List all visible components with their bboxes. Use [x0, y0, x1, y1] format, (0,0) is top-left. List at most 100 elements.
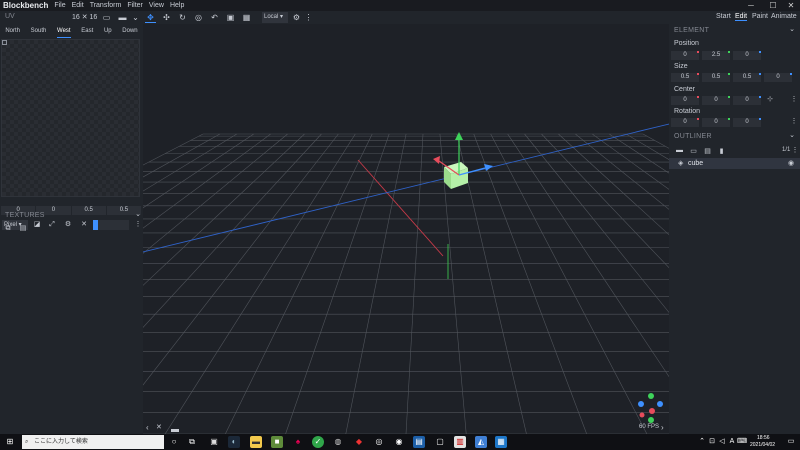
chevron-down-icon[interactable]: ⌄	[787, 25, 797, 35]
outliner-item[interactable]: ◈ cube ◉	[669, 158, 800, 169]
cube-mesh[interactable]	[444, 162, 468, 189]
steam-icon[interactable]: ◐	[228, 436, 240, 448]
import-texture-icon[interactable]: ⧉	[3, 224, 13, 234]
size-y-input[interactable]: 0.5	[702, 73, 730, 82]
add-cube-icon[interactable]: ▬	[675, 147, 684, 155]
more-icon[interactable]: ⋮	[303, 12, 314, 23]
close-button[interactable]: ✕	[780, 0, 800, 11]
more-icon[interactable]: ⋮	[790, 146, 800, 156]
gear-icon[interactable]: ⚙	[291, 12, 302, 23]
tab-animate[interactable]: Animate	[771, 13, 797, 20]
tab-edit[interactable]: Edit	[735, 13, 748, 21]
resize-tool-icon[interactable]: ✣	[161, 12, 172, 23]
face-south[interactable]: South	[31, 28, 47, 38]
chevron-down-icon[interactable]: ⌄	[787, 131, 797, 141]
rotation-x-input[interactable]: 0	[671, 118, 699, 127]
app-icon[interactable]: ▤	[413, 436, 425, 448]
collapse-icon[interactable]: ▤	[703, 147, 712, 155]
center-pivot-icon[interactable]: ⊹	[765, 95, 775, 105]
windows-start-icon[interactable]: ⊞	[4, 436, 16, 448]
keyboard-icon[interactable]: ⌨	[736, 436, 748, 448]
face-east[interactable]: East	[81, 28, 93, 38]
tab-start[interactable]: Start	[716, 13, 731, 20]
taskbar-search-input[interactable]: ⌕ ここに入力して検索	[22, 435, 164, 449]
clock-time[interactable]: 18:56	[757, 435, 770, 441]
minimize-button[interactable]: ─	[740, 0, 762, 11]
new-texture-icon[interactable]: ▤	[18, 224, 28, 234]
app-icon[interactable]: ◉	[393, 436, 405, 448]
app-icon[interactable]: ◍	[332, 436, 344, 448]
notification-icon[interactable]: ▭	[785, 436, 797, 448]
move-tool-icon[interactable]: ✥	[145, 12, 156, 23]
chevron-down-icon[interactable]: ⌄	[133, 210, 143, 220]
menu-help[interactable]: Help	[170, 2, 184, 9]
rotate-tool-icon[interactable]: ↻	[177, 12, 188, 23]
app-icon[interactable]: ▦	[495, 436, 507, 448]
tab-paint[interactable]: Paint	[752, 13, 768, 20]
face-up[interactable]: Up	[104, 28, 112, 38]
center-x-input[interactable]: 0	[671, 96, 699, 105]
chrome-icon[interactable]: ◎	[373, 436, 385, 448]
transform-space-select[interactable]: Local ▾	[262, 12, 288, 23]
size-x-input[interactable]: 0.5	[671, 73, 699, 82]
cortana-icon[interactable]: ○	[168, 436, 180, 448]
app-icon[interactable]: ▥	[454, 436, 466, 448]
center-y-input[interactable]: 0	[702, 96, 730, 105]
add-group-icon[interactable]: ▭	[689, 147, 698, 155]
blockbench-icon[interactable]: ◭	[475, 436, 487, 448]
more-icon[interactable]: ⋮	[133, 220, 143, 230]
center-z-input[interactable]: 0	[733, 96, 761, 105]
menu-transform[interactable]: Transform	[90, 2, 122, 9]
outliner-heading[interactable]: OUTLINER	[674, 133, 712, 140]
uv-grid-icon[interactable]: ▭	[101, 12, 112, 23]
uv-editor-canvas[interactable]	[1, 39, 140, 197]
position-x-input[interactable]: 0	[671, 51, 699, 60]
position-y-input[interactable]: 2.5	[702, 51, 730, 60]
more-icon[interactable]: ⋮	[789, 117, 799, 127]
menu-filter[interactable]: Filter	[127, 2, 143, 9]
chevron-right-icon[interactable]: ›	[661, 423, 664, 432]
inflate-input[interactable]: 0	[764, 73, 792, 82]
more-icon[interactable]: ⋮	[789, 95, 799, 105]
chevron-left-icon[interactable]: ‹	[146, 423, 149, 432]
face-west[interactable]: West	[57, 28, 71, 38]
timeline-handle[interactable]	[171, 429, 179, 432]
textures-heading[interactable]: TEXTURES	[5, 212, 45, 219]
visibility-eye-icon[interactable]: ◉	[788, 159, 794, 167]
pivot-tool-icon[interactable]: ◎	[193, 12, 204, 23]
orientation-gizmo-icon[interactable]	[638, 393, 663, 423]
app-icon[interactable]: ✓	[312, 436, 324, 448]
paint-bucket-icon[interactable]: ◪	[32, 220, 42, 230]
close-icon[interactable]: ✕	[79, 220, 89, 230]
file-explorer-icon[interactable]: ▬	[250, 436, 262, 448]
3d-viewport[interactable]	[143, 24, 669, 434]
gear-icon[interactable]: ⚙	[63, 220, 73, 230]
menu-edit[interactable]: Edit	[72, 2, 84, 9]
task-view-icon[interactable]: ⧉	[186, 436, 198, 448]
clock-date[interactable]: 2021/04/02	[750, 442, 775, 448]
menu-view[interactable]: View	[149, 2, 164, 9]
checker-icon[interactable]: ▦	[241, 12, 252, 23]
uv-menu-icon[interactable]: ▬	[117, 12, 128, 23]
minecraft-icon[interactable]: ■	[271, 436, 283, 448]
undo-icon[interactable]: ↶	[209, 12, 220, 23]
rotation-slider[interactable]	[93, 220, 129, 230]
rotation-y-input[interactable]: 0	[702, 118, 730, 127]
app-icon[interactable]: ♠	[292, 436, 304, 448]
app-icon[interactable]: ◆	[353, 436, 365, 448]
uv-value-w[interactable]: 0.5	[71, 206, 106, 215]
face-north[interactable]: North	[5, 28, 20, 38]
chevron-down-icon[interactable]: ⌄	[130, 12, 141, 23]
position-z-input[interactable]: 0	[733, 51, 761, 60]
app-icon[interactable]: ▣	[208, 436, 220, 448]
close-icon[interactable]: ✕	[156, 423, 162, 431]
size-z-input[interactable]: 0.5	[733, 73, 761, 82]
delete-icon[interactable]: ▮	[717, 147, 726, 155]
maximize-uv-icon[interactable]: ⤢	[47, 220, 57, 230]
menu-file[interactable]: File	[54, 2, 65, 9]
app-icon[interactable]: ▢	[434, 436, 446, 448]
face-down[interactable]: Down	[122, 28, 137, 38]
save-icon[interactable]: ▣	[225, 12, 236, 23]
rotation-z-input[interactable]: 0	[733, 118, 761, 127]
element-heading[interactable]: ELEMENT	[674, 27, 709, 34]
